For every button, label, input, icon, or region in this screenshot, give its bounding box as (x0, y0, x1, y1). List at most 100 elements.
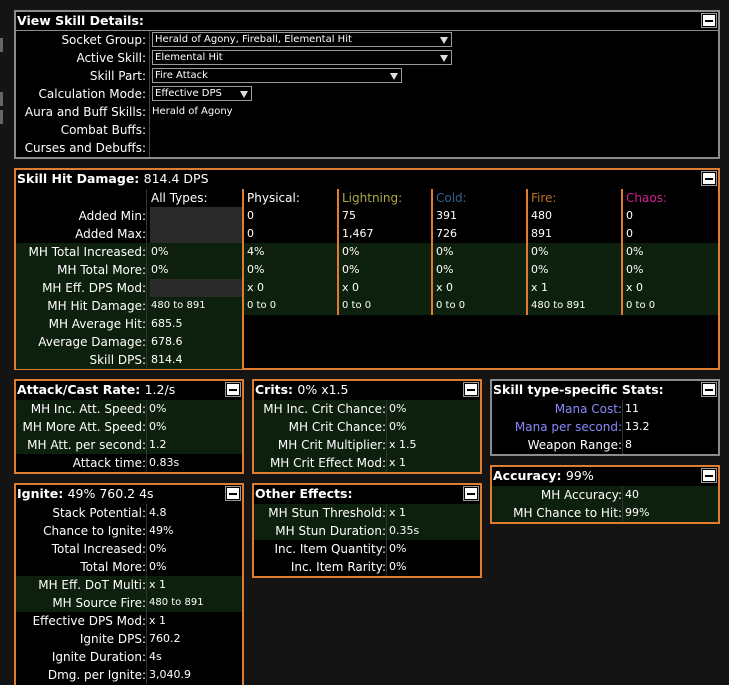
cell-value: 0% (151, 245, 169, 258)
column-divider (146, 400, 147, 472)
stat-value: 0% (149, 560, 167, 573)
accuracy-panel: Accuracy: 99% MH Accuracy: 40 MH Chance to… (490, 465, 720, 524)
panel-header: Skill Hit Damage: 814.4 DPS (16, 170, 718, 188)
stat-label: MH Inc. Att. Speed: (30, 402, 146, 416)
stat-value: 0% (149, 402, 167, 415)
dropdown-select[interactable]: Effective DPS (152, 86, 252, 101)
dropdown-value: Herald of Agony, Fireball, Elemental Hit (155, 34, 352, 45)
collapse-icon[interactable] (225, 382, 241, 397)
stat-value: 0% (389, 402, 407, 415)
panel-header: Attack/Cast Rate: 1.2/s (16, 381, 242, 399)
stat-label: MH Att. per second: (27, 438, 146, 452)
stat-value: 0% (389, 420, 407, 433)
stat-value: 0% (149, 420, 167, 433)
row-label: MH Total More: (57, 263, 146, 277)
chevron-down-icon[interactable] (390, 73, 398, 80)
stat-value: x 1 (149, 578, 167, 591)
field-value: Herald of Agony (152, 106, 233, 117)
column-header: Physical: (247, 191, 300, 205)
column-header: Cold: (436, 191, 467, 205)
panel-title: Attack/Cast Rate: (17, 382, 141, 397)
cell-value: 0 (247, 209, 254, 222)
cell-value: 0% (626, 245, 644, 258)
stat-label: MH Source Fire: (52, 596, 146, 610)
field-label: Combat Buffs: (60, 123, 146, 137)
stat-label: MH Crit Multiplier: (277, 438, 386, 452)
column-header: Lightning: (342, 191, 403, 205)
stat-label: Inc. Item Rarity: (290, 560, 386, 574)
cell-value: 480 (531, 209, 552, 222)
collapse-icon[interactable] (225, 486, 241, 501)
row-label: MH Total Increased: (28, 245, 146, 259)
column-divider (242, 315, 244, 369)
stat-value: 13.2 (625, 420, 650, 433)
stat-value: 99% (625, 506, 650, 519)
dropdown-select[interactable]: Herald of Agony, Fireball, Elemental Hit (152, 32, 452, 47)
collapse-icon[interactable] (701, 468, 717, 483)
cell-value: 0 to 0 (342, 300, 372, 311)
cell-value: 814.4 (151, 353, 183, 366)
panel-summary: 99% (565, 468, 594, 483)
row-label: MH Average Hit: (48, 317, 146, 331)
panel-summary: 0% x1.5 (297, 382, 349, 397)
stat-label: MH Stun Duration: (275, 524, 386, 538)
dropdown-select[interactable]: Elemental Hit (152, 50, 452, 65)
stat-label: Total Increased: (51, 542, 146, 556)
chevron-down-icon[interactable] (240, 91, 248, 98)
stat-label: Mana per second: (514, 420, 622, 434)
stat-label: Dmg. per Ignite: (47, 668, 146, 682)
cell-value: 1,467 (342, 227, 374, 240)
stat-value: 40 (625, 488, 639, 501)
empty-cell (150, 225, 243, 243)
column-divider (146, 504, 147, 684)
stat-label: Ignite Duration: (51, 650, 146, 664)
column-divider (526, 189, 528, 315)
panel-title: Accuracy: (493, 468, 562, 483)
crits-panel: Crits: 0% x1.5 MH Inc. Crit Chance: 0% MH … (252, 379, 482, 474)
cell-value: 391 (436, 209, 457, 222)
stat-value: 0% (389, 542, 407, 555)
column-divider (146, 189, 147, 369)
view-skill-details-panel: View Skill Details: Socket Group: Herald … (14, 10, 720, 159)
collapse-icon[interactable] (701, 171, 717, 186)
column-header: Chaos: (626, 191, 667, 205)
dropdown-value: Fire Attack (155, 70, 208, 81)
cell-value: 480 to 891 (531, 300, 586, 311)
row-label: Added Max: (75, 227, 146, 241)
field-label: Socket Group: (61, 33, 146, 47)
cell-value: 726 (436, 227, 457, 240)
column-divider (622, 400, 623, 454)
field-label: Curses and Debuffs: (24, 141, 146, 155)
panel-title: Crits: (255, 382, 294, 397)
collapse-icon[interactable] (701, 382, 717, 397)
dropdown-select[interactable]: Fire Attack (152, 68, 402, 83)
row-label: Added Min: (78, 209, 146, 223)
collapse-icon[interactable] (463, 486, 479, 501)
cell-value: 4% (247, 245, 265, 258)
stat-label: Attack time: (72, 456, 146, 470)
stat-value: x 1 (389, 456, 407, 469)
chevron-down-icon[interactable] (440, 55, 448, 62)
collapse-icon[interactable] (463, 382, 479, 397)
window-edge (0, 110, 3, 124)
stat-value: 8 (625, 438, 632, 451)
cell-value: 0 to 0 (626, 300, 656, 311)
stat-label: Weapon Range: (527, 438, 622, 452)
stat-label: Mana Cost: (554, 402, 622, 416)
collapse-icon[interactable] (701, 13, 717, 28)
cell-value: 0% (436, 245, 454, 258)
cell-value: 0 (626, 209, 633, 222)
column-divider (386, 504, 387, 576)
panel-summary: 814.4 DPS (143, 171, 209, 186)
stat-label: MH Eff. DoT Multi: (38, 578, 146, 592)
column-divider (242, 189, 244, 315)
chevron-down-icon[interactable] (440, 37, 448, 44)
cell-value: 0 (247, 227, 254, 240)
panel-header: Skill type-specific Stats: (492, 381, 718, 399)
stat-value: 0% (149, 542, 167, 555)
stat-label: Chance to Ignite: (43, 524, 146, 538)
cell-value: 0% (247, 263, 265, 276)
panel-title: Skill Hit Damage: (17, 171, 140, 186)
cell-value: x 0 (626, 281, 644, 294)
column-header: Fire: (531, 191, 557, 205)
